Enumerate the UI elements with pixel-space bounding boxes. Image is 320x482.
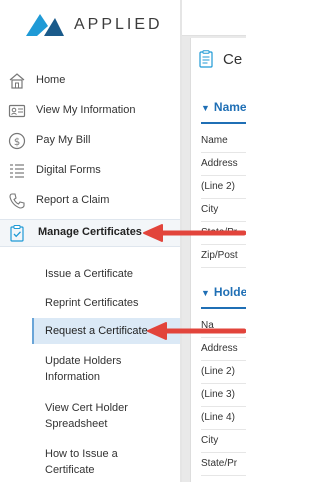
section-name-header[interactable]: ▼ Name xyxy=(201,100,246,114)
sidebar-item-digital-forms[interactable]: Digital Forms xyxy=(0,158,180,186)
field-label: (Line 2) xyxy=(201,176,246,199)
section-heading: Holde xyxy=(213,285,246,299)
sidebar-item-label: Pay My Bill xyxy=(36,134,91,146)
sidebar-item-label: Report a Claim xyxy=(36,194,110,206)
field-label: Address xyxy=(201,153,246,176)
field-label: State/Pr xyxy=(201,453,246,476)
clipboard-check-icon xyxy=(10,225,24,242)
sidebar-item-home[interactable]: Home xyxy=(0,68,180,96)
phone-icon xyxy=(9,193,25,209)
collapse-triangle-icon: ▼ xyxy=(201,103,210,113)
annotation-arrow-icon xyxy=(147,322,246,340)
dollar-icon: $ xyxy=(8,132,26,150)
field-label: (Line 3) xyxy=(201,384,246,407)
subnav-reprint-certificates[interactable]: Reprint Certificates xyxy=(32,295,180,311)
logo-text: APPLIED xyxy=(74,16,163,33)
sidebar-item-label: Home xyxy=(36,74,66,86)
subnav-issue-a-certificate[interactable]: Issue a Certificate xyxy=(32,266,180,282)
field-label: City xyxy=(201,199,246,222)
page-title: Ce xyxy=(223,50,243,68)
applied-logo-mark-icon xyxy=(26,14,64,36)
subnav-update-holders-information[interactable]: Update Holders Information xyxy=(32,353,172,385)
certificate-panel: Ce ▼Name Name Address (Line 2) City Stat… xyxy=(190,38,246,482)
top-bar xyxy=(182,0,246,36)
sidebar-item-label: Manage Certificates xyxy=(38,226,142,238)
section-rule xyxy=(201,122,246,124)
field-label: (Line 4) xyxy=(201,407,246,430)
sidebar-item-label: Digital Forms xyxy=(36,164,101,176)
sidebar-item-report-a-claim[interactable]: Report a Claim xyxy=(0,188,180,216)
section-holder-header[interactable]: ▼ Holde xyxy=(201,285,246,299)
field-label: Zip/Post xyxy=(201,245,246,268)
applied-logo[interactable]: APPLIED xyxy=(24,12,174,38)
field-label: Name xyxy=(201,130,246,153)
sidebar-item-label: View My Information xyxy=(36,104,136,116)
sidebar-item-pay-my-bill[interactable]: $ Pay My Bill xyxy=(0,128,180,156)
home-icon xyxy=(9,73,25,89)
panel-header: Ce xyxy=(199,50,242,68)
subnav-how-to-issue-a-certificate[interactable]: How to Issue a Certificate xyxy=(32,446,152,478)
annotation-arrow-icon xyxy=(143,224,246,242)
id-card-icon xyxy=(8,104,26,118)
section-heading: Name xyxy=(213,100,246,114)
svg-text:$: $ xyxy=(14,137,20,148)
sidebar-item-view-my-information[interactable]: View My Information xyxy=(0,98,180,126)
collapse-triangle-icon: ▼ xyxy=(201,288,210,298)
subnav-view-cert-holder-spreadsheet[interactable]: View Cert Holder Spreadsheet xyxy=(32,400,172,432)
field-label: (Line 2) xyxy=(201,361,246,384)
document-icon xyxy=(199,50,213,68)
form-list-icon xyxy=(10,164,24,178)
field-label: City xyxy=(201,430,246,453)
section-rule xyxy=(201,307,246,309)
